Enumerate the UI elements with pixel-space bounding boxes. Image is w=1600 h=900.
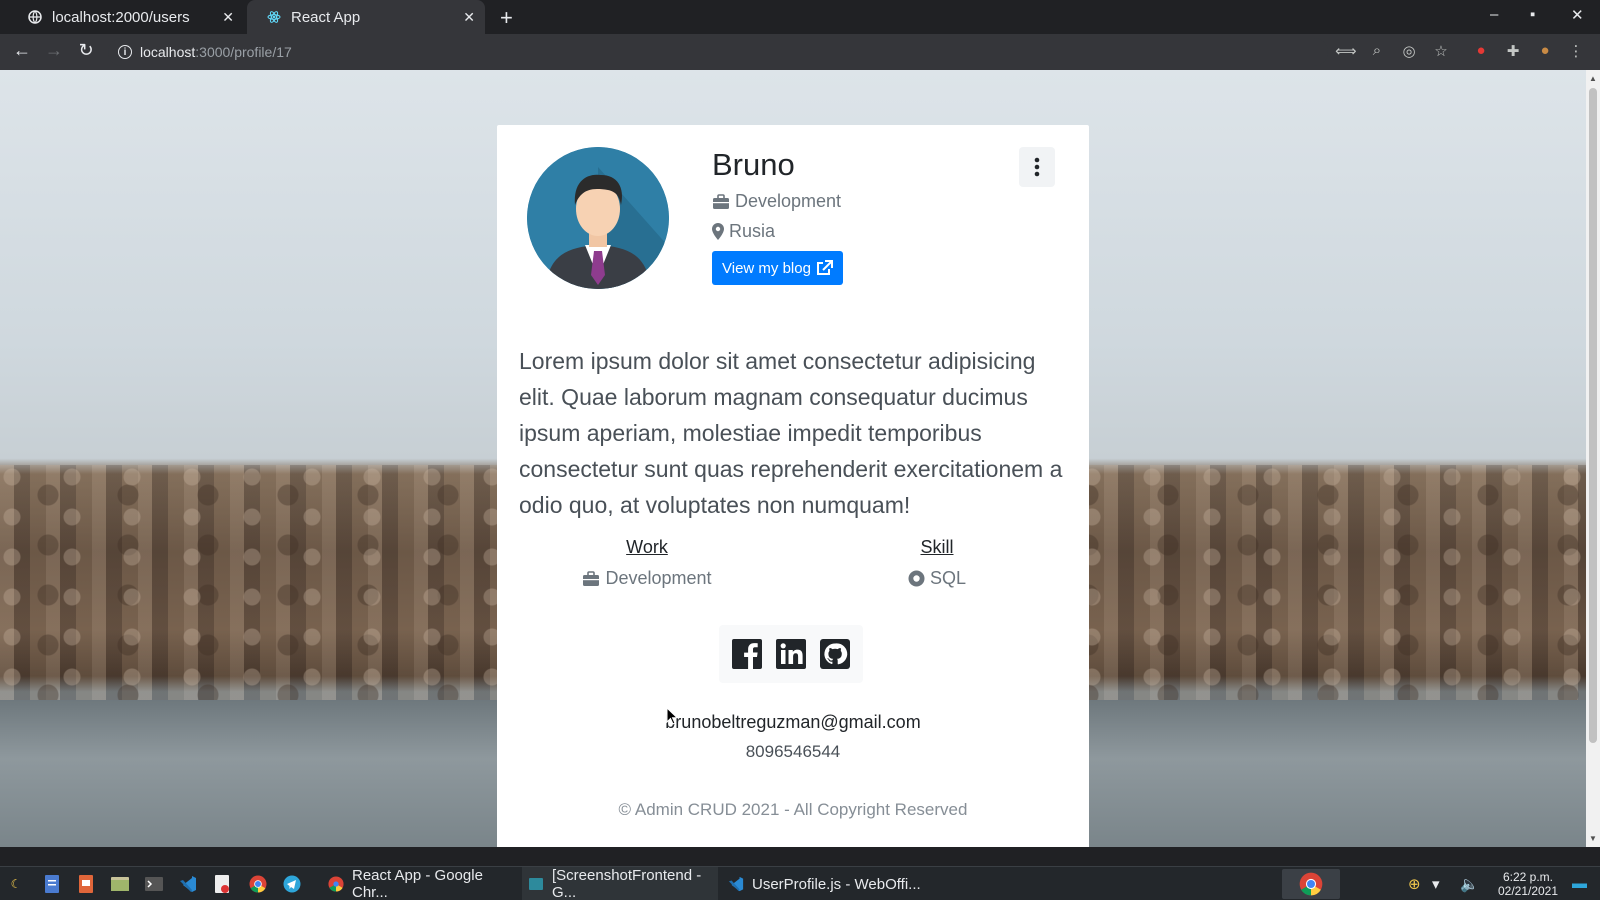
- taskbar-app-label: [ScreenshotFrontend - G...: [552, 867, 702, 900]
- briefcase-icon: [582, 570, 600, 587]
- menu-dots-icon[interactable]: ⋮: [1566, 42, 1586, 60]
- globe-icon: [28, 10, 42, 24]
- volume-icon[interactable]: 🔈: [1460, 875, 1479, 893]
- tab-title: React App: [291, 8, 361, 26]
- location-row: Rusia: [712, 221, 775, 242]
- close-window-icon[interactable]: ✕: [1571, 6, 1584, 24]
- external-link-icon: [816, 260, 833, 276]
- reload-icon[interactable]: ↻: [74, 40, 98, 61]
- options-menu-button[interactable]: [1019, 147, 1055, 187]
- github-icon[interactable]: [819, 638, 851, 670]
- dot-circle-icon: [908, 570, 925, 587]
- scroll-down-icon[interactable]: ▼: [1586, 834, 1600, 843]
- chrome-icon: [328, 876, 344, 892]
- tab-react-app[interactable]: React App ✕: [247, 0, 485, 34]
- taskbar-app-label: UserProfile.js - WebOffi...: [752, 875, 921, 893]
- profile-avatar-icon[interactable]: ●: [1535, 42, 1555, 59]
- facebook-icon[interactable]: [731, 638, 763, 670]
- forward-icon[interactable]: →: [42, 40, 66, 61]
- avatar: [527, 147, 669, 289]
- back-icon[interactable]: ←: [10, 40, 34, 61]
- scroll-up-icon[interactable]: ▲: [1586, 74, 1600, 83]
- chrome-icon[interactable]: [248, 874, 268, 894]
- window-icon: [528, 876, 544, 892]
- profile-bio: Lorem ipsum dolor sit amet consectetur a…: [519, 348, 1063, 518]
- skill-value: SQL: [929, 568, 967, 588]
- scrollbar-thumb[interactable]: [1589, 88, 1597, 743]
- taskbar-app-chrome[interactable]: React App - Google Chr...: [322, 867, 516, 900]
- taskbar-app-vscode[interactable]: UserProfile.js - WebOffi...: [722, 867, 922, 900]
- vscode-icon[interactable]: [178, 874, 198, 894]
- telegram-icon[interactable]: [282, 874, 302, 894]
- close-tab-icon[interactable]: ✕: [463, 9, 475, 26]
- department-row: Development: [712, 191, 841, 212]
- vscode-icon: [728, 876, 744, 892]
- info-icon[interactable]: i: [118, 45, 132, 59]
- pdf-icon[interactable]: [212, 874, 232, 894]
- react-icon: [267, 10, 281, 24]
- zoom-icon[interactable]: ⌕: [1367, 42, 1387, 59]
- vpn-tray-icon[interactable]: ⊕: [1408, 875, 1421, 893]
- map-marker-icon: [712, 223, 724, 240]
- view-blog-button[interactable]: View my blog: [712, 251, 843, 285]
- page-viewport: Bruno Development Rusia View my blog Lor…: [0, 70, 1586, 847]
- linkedin-icon[interactable]: [775, 638, 807, 670]
- mouse-cursor-icon: [666, 707, 678, 725]
- files-icon[interactable]: [110, 874, 130, 894]
- bookmark-star-icon[interactable]: ☆: [1431, 42, 1451, 60]
- work-heading: Work: [626, 537, 668, 557]
- minimize-icon[interactable]: –: [1490, 6, 1498, 23]
- address-bar[interactable]: i localhost:3000/profile/17: [108, 38, 1328, 66]
- tab-users[interactable]: localhost:2000/users ✕: [8, 0, 244, 34]
- extensions-puzzle-icon[interactable]: ✚: [1503, 42, 1523, 60]
- department-text: Development: [735, 191, 842, 211]
- social-links: [719, 625, 863, 683]
- presentation-icon[interactable]: [76, 874, 96, 894]
- work-section: Work Development: [547, 537, 747, 589]
- work-value-row: Development: [547, 568, 747, 589]
- maximize-icon[interactable]: ▪: [1530, 6, 1535, 23]
- clock-date: 02/21/2021: [1497, 884, 1559, 898]
- location-text: Rusia: [729, 221, 776, 241]
- new-tab-icon[interactable]: +: [500, 5, 513, 31]
- profile-phone: 8096546544: [745, 742, 841, 761]
- tab-title: localhost:2000/users: [52, 8, 190, 26]
- work-value: Development: [605, 568, 712, 588]
- footer-copyright: © Admin CRUD 2021 - All Copyright Reserv…: [618, 800, 968, 819]
- url-host: localhost: [140, 44, 196, 60]
- taskbar-app-label: React App - Google Chr...: [352, 867, 483, 900]
- browser-tab-bar: localhost:2000/users ✕ React App ✕ + – ▪…: [0, 0, 1600, 34]
- eye-off-icon[interactable]: ◎: [1399, 42, 1419, 60]
- wifi-icon[interactable]: ▾: [1432, 875, 1440, 893]
- browser-toolbar: ← → ↻ i localhost:3000/profile/17 ⟺ ⌕ ◎ …: [0, 34, 1600, 70]
- terminal-icon[interactable]: [144, 874, 164, 894]
- skill-value-row: SQL: [837, 568, 1037, 589]
- page-scrollbar[interactable]: ▲ ▼: [1586, 70, 1600, 847]
- profile-name: Bruno: [712, 147, 795, 182]
- translate-icon[interactable]: ⟺: [1335, 42, 1357, 60]
- notifications-icon[interactable]: ▬: [1572, 875, 1587, 892]
- extension-shield-icon[interactable]: ●: [1471, 42, 1491, 59]
- skill-section: Skill SQL: [837, 537, 1037, 589]
- clock-time: 6:22 p.m.: [1502, 870, 1554, 884]
- profile-card: Bruno Development Rusia View my blog Lor…: [497, 125, 1089, 847]
- skill-heading: Skill: [920, 537, 954, 557]
- os-taskbar: ☾ React App - Google Chr... [ScreenshotF…: [0, 866, 1600, 900]
- profile-email: brunobeltreguzman@gmail.com: [665, 712, 921, 732]
- close-tab-icon[interactable]: ✕: [222, 9, 234, 26]
- kebab-icon: [1034, 157, 1040, 177]
- active-chrome-indicator[interactable]: [1282, 869, 1340, 899]
- url-path: :3000/profile/17: [195, 44, 292, 60]
- launcher-icon[interactable]: ☾: [6, 874, 26, 894]
- system-clock[interactable]: 6:22 p.m. 02/21/2021: [1488, 870, 1568, 898]
- taskbar-app-screenshot[interactable]: [ScreenshotFrontend - G...: [522, 867, 718, 900]
- view-blog-label: View my blog: [722, 259, 811, 277]
- document-icon[interactable]: [42, 874, 62, 894]
- chrome-icon: [1299, 872, 1323, 896]
- briefcase-icon: [712, 193, 730, 210]
